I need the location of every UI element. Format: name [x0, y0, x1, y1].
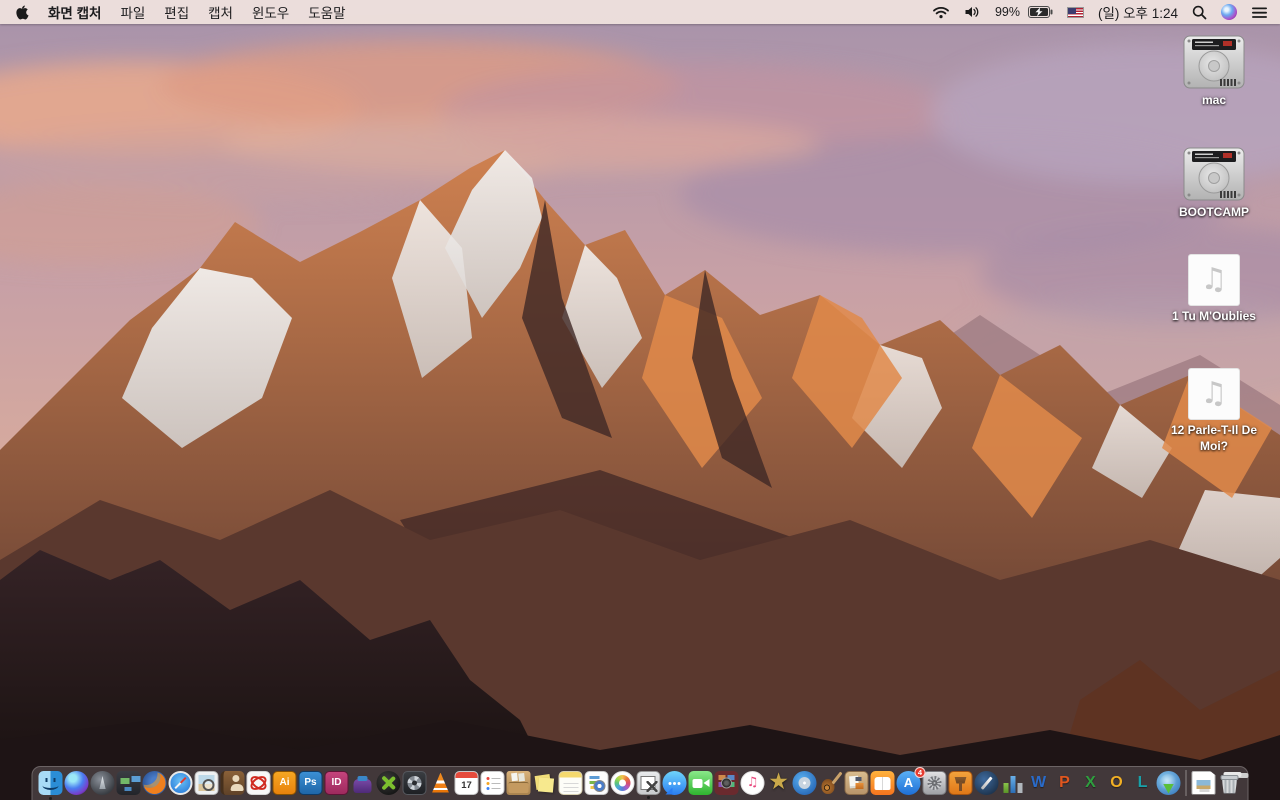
dock-item-media-player-x-icon[interactable] [376, 770, 401, 795]
dock-item-numbers-09-icon[interactable] [1001, 771, 1025, 795]
dock-item-finder-icon[interactable] [38, 770, 63, 800]
desktop-icon-label: BOOTCAMP [1179, 205, 1249, 219]
audio-file-icon: ♫ [1188, 254, 1240, 306]
menu-file[interactable]: 파일 [120, 2, 145, 22]
dock-item-grab-screen-capture-icon[interactable] [636, 770, 661, 799]
dock-item-notes-icon[interactable] [558, 770, 583, 795]
dock-item-safari-icon[interactable] [168, 770, 193, 795]
desktop-icon-label: 12 Parle-T-Il De Moi? [1170, 423, 1258, 454]
lync-glyph: L [1137, 773, 1148, 791]
dock-item-video-downloader-icon[interactable] [1156, 770, 1181, 795]
dock-item-powerpoint-icon[interactable]: P [1053, 771, 1077, 795]
dock-item-contacts-icon[interactable] [220, 770, 245, 795]
desktop-icon-mac[interactable]: mac [1164, 34, 1264, 108]
desktop-icon-bootcamp[interactable]: BOOTCAMP [1164, 146, 1264, 220]
dock-item-photoshop-icon[interactable]: Ps [298, 770, 323, 795]
dock-item-pages-09-icon[interactable] [974, 770, 999, 795]
dock-item-launchpad-icon[interactable] [90, 770, 115, 795]
dock-item-page-layout-app-icon[interactable] [844, 770, 869, 795]
dock: Ai Ps ID 17 A4 WPXOL [31, 766, 1249, 800]
menu-window[interactable]: 윈도우 [252, 2, 289, 22]
outlook-glyph: O [1110, 773, 1123, 791]
dock-item-garageband-icon[interactable] [819, 771, 843, 795]
dock-item-stickies-icon[interactable] [533, 771, 557, 795]
dock-item-document-viewer-app-icon[interactable] [584, 770, 609, 795]
menu-help[interactable]: 도움말 [308, 2, 345, 22]
apple-menu[interactable] [14, 4, 29, 21]
desktop-icon-audio-file-2[interactable]: ♫ 12 Parle-T-Il De Moi? [1164, 368, 1264, 454]
hard-drive-icon [1183, 35, 1245, 89]
menu-edit[interactable]: 편집 [164, 2, 189, 22]
notification-center-icon[interactable] [1251, 6, 1268, 19]
running-indicator [647, 795, 650, 799]
dock-item-ibooks-icon[interactable] [870, 770, 895, 795]
dock-item-photos-icon[interactable] [610, 770, 635, 795]
dock-item-itunes-icon[interactable] [740, 770, 765, 795]
dock-item-dvd-ripper-icon[interactable] [792, 770, 817, 795]
menu-app-name[interactable]: 화면 캡처 [48, 2, 101, 22]
dock-item-indesign-icon[interactable]: ID [324, 770, 349, 795]
desktop-icon-audio-file-1[interactable]: ♫ 1 Tu M'Oublies [1164, 254, 1264, 324]
dock-item-app-store-icon[interactable]: A4 [896, 766, 926, 795]
dock-item-reminders-icon[interactable] [480, 770, 505, 795]
dock-item-acrobat-reader-icon[interactable] [246, 770, 271, 795]
dock-separator [1185, 769, 1187, 796]
siri-icon[interactable] [1221, 4, 1237, 20]
dock-item-mission-control-icon[interactable] [116, 770, 141, 795]
battery-charging-icon[interactable] [1027, 6, 1053, 18]
desktop-screen: 화면 캡처 파일 편집 캡처 윈도우 도움말 99% (일) 오후 1:24 m… [0, 0, 1280, 800]
audio-file-icon: ♫ [1188, 368, 1240, 420]
dock-item-vlc-icon[interactable] [429, 771, 453, 795]
dock-item-word-icon[interactable]: W [1027, 771, 1051, 795]
music-note-glyph: ♫ [1200, 376, 1228, 411]
apple-logo-icon [16, 4, 29, 19]
menu-bar-clock[interactable]: (일) 오후 1:24 [1098, 2, 1178, 22]
dock-item-system-preferences-icon[interactable] [922, 770, 947, 795]
spotlight-search-icon[interactable] [1192, 5, 1207, 20]
desktop-icon-label: 1 Tu M'Oublies [1172, 309, 1256, 323]
battery-percent: 99% [994, 5, 1020, 19]
dock-item-siri-icon[interactable] [64, 770, 89, 795]
dock-item-toast-titanium-icon[interactable] [351, 771, 375, 795]
desktop-icon-label: mac [1201, 93, 1227, 107]
dock-item-firefox-icon[interactable] [142, 770, 167, 795]
notification-badge: 4 [914, 766, 926, 778]
dock-item-trash-full-icon[interactable] [1218, 771, 1242, 795]
dock-item-lync-icon[interactable]: L [1131, 771, 1155, 795]
dock-item-fan-utility-icon[interactable] [402, 770, 427, 795]
word-glyph: W [1030, 773, 1047, 791]
dock-item-photo-booth-icon[interactable] [714, 770, 739, 795]
running-indicator [49, 796, 52, 800]
dock-item-excel-icon[interactable]: X [1079, 771, 1103, 795]
menu-bar: 화면 캡처 파일 편집 캡처 윈도우 도움말 99% (일) 오후 1:24 [0, 0, 1280, 24]
dock-item-keynote-09-icon[interactable] [948, 770, 973, 795]
dock-item-outlook-icon[interactable]: O [1105, 771, 1129, 795]
dock-item-preview-icon[interactable] [194, 770, 219, 795]
sierra-mountain-wallpaper [0, 0, 1280, 800]
hard-drive-icon [1183, 147, 1245, 201]
wifi-icon[interactable] [932, 5, 950, 19]
excel-glyph: X [1085, 773, 1096, 791]
music-note-glyph: ♫ [1200, 262, 1228, 297]
app-store-glyph: A [903, 775, 914, 790]
dock-item-illustrator-icon[interactable]: Ai [272, 770, 297, 795]
photoshop-glyph: Ps [304, 776, 317, 788]
dock-item-messages-icon[interactable] [662, 770, 687, 795]
calendar-glyph: 17 [461, 779, 472, 791]
powerpoint-glyph: P [1059, 773, 1070, 791]
dock-item-facetime-icon[interactable] [688, 770, 713, 795]
dock-item-archive-box-app-icon[interactable] [506, 770, 531, 795]
indesign-glyph: ID [331, 776, 342, 788]
menu-capture[interactable]: 캡처 [208, 2, 233, 22]
illustrator-glyph: Ai [279, 776, 290, 788]
dock-item-image-document-file-icon[interactable] [1191, 770, 1216, 795]
dock-item-imovie-09-icon[interactable] [767, 771, 791, 795]
us-flag-icon[interactable] [1066, 6, 1084, 18]
dock-item-calendar-icon[interactable]: 17 [454, 770, 479, 795]
volume-icon[interactable] [964, 5, 981, 19]
